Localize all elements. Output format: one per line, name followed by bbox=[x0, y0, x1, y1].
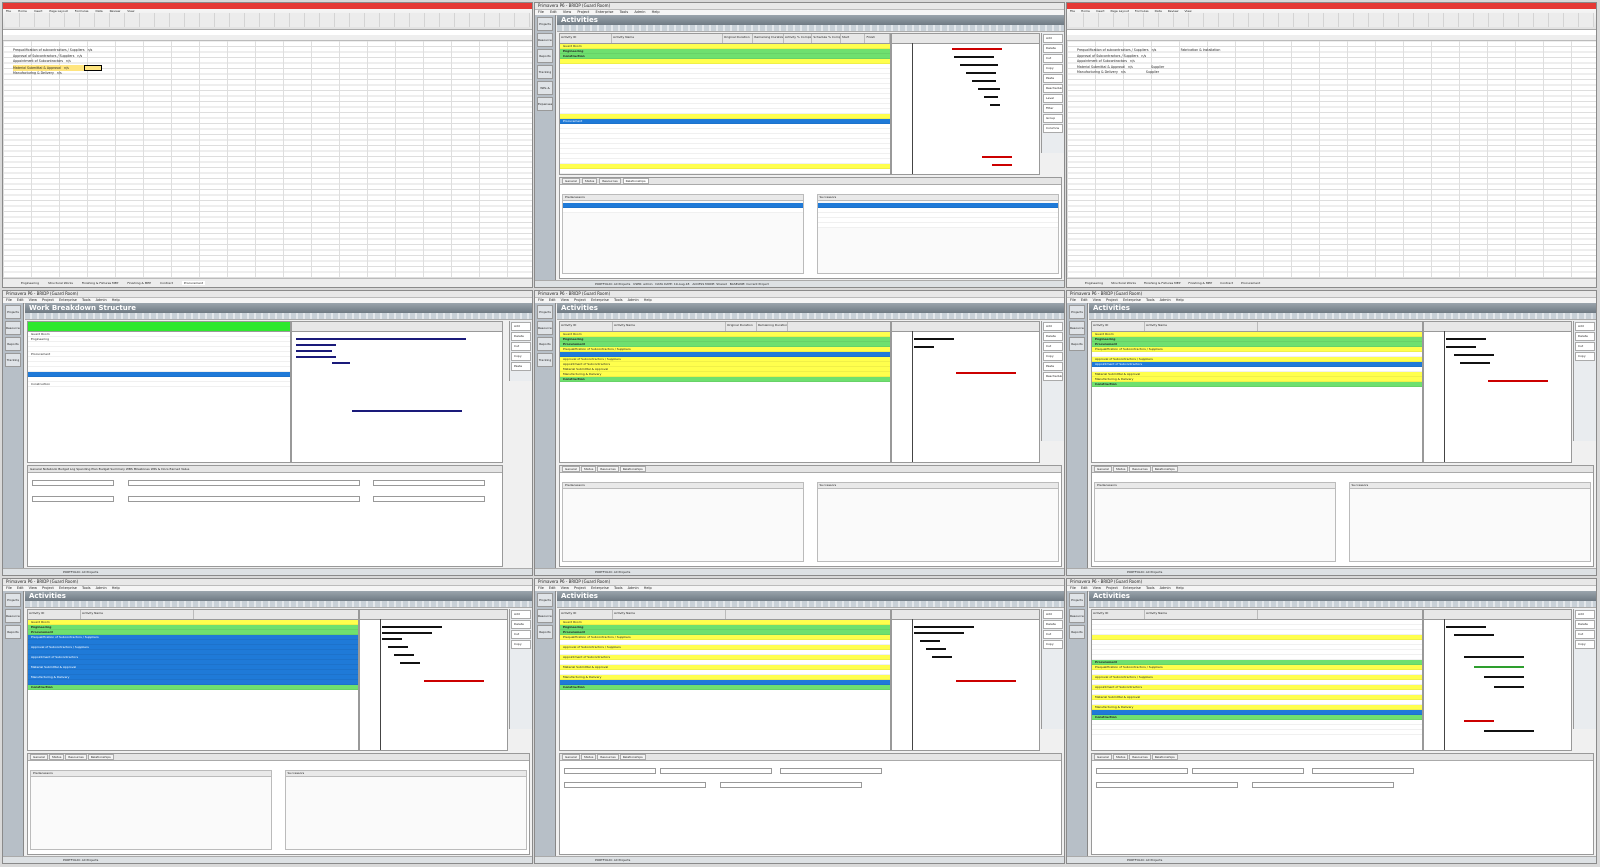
tab-relationships[interactable]: Relationships bbox=[622, 178, 649, 184]
successors-grid[interactable]: Successors bbox=[816, 194, 1059, 274]
gantt-timescale bbox=[892, 34, 1039, 44]
columns-button[interactable]: Columns bbox=[1043, 124, 1063, 133]
responsible-manager-field[interactable] bbox=[128, 496, 360, 502]
wbs-table[interactable]: Guard Room Engineering Procurement Const… bbox=[27, 321, 291, 463]
excel-window-2: File Home Insert Page Layout Formulas Data Rev… bbox=[1066, 2, 1597, 288]
screenshot-grid: File Home Insert Page Layout Formulas Da… bbox=[0, 0, 1600, 867]
right-toolbar: Add Delete Cut Copy Paste bbox=[509, 321, 532, 381]
status-bar: PORTFOLIO: All Projects USER: admin DATA… bbox=[535, 280, 1064, 287]
left-nav: Projects Resources Reports Tracking bbox=[535, 303, 556, 569]
column-headers bbox=[3, 35, 532, 41]
page-title: Activities bbox=[557, 303, 1064, 313]
detail-tabs[interactable]: General Status Resources Relationships bbox=[560, 178, 1061, 185]
cell-row-5: Manufacturing & Delivery n/s bbox=[13, 71, 62, 75]
p6-activities-window-2: Primavera P6 - BRIDP (Guard Room) File Ed… bbox=[534, 290, 1065, 576]
p6-activities-window-3: Primavera P6 - BRIDP (Guard Room) File Ed… bbox=[1066, 290, 1597, 576]
table-row: Construction bbox=[28, 382, 290, 387]
wbs-name-field[interactable] bbox=[128, 480, 360, 486]
menu-tools[interactable]: Tools bbox=[620, 10, 629, 14]
nav-projects[interactable]: Projects bbox=[537, 17, 553, 31]
menu-enterprise[interactable]: Enterprise bbox=[595, 10, 613, 14]
sheet-tab[interactable]: Finishing & MEP bbox=[127, 281, 151, 285]
excel-ribbon: File Home Insert Page Layout Formulas Data Rev… bbox=[1067, 3, 1596, 30]
window-title: Primavera P6 - BRIDP (Guard Room) bbox=[3, 291, 532, 298]
menu-admin[interactable]: Admin bbox=[634, 10, 645, 14]
nav-tracking[interactable]: Tracking bbox=[537, 65, 553, 79]
ribbon-groups[interactable] bbox=[5, 13, 530, 27]
delete-button[interactable]: Delete bbox=[1043, 44, 1063, 53]
table-header: Activity ID Activity Name Original Duratio… bbox=[560, 34, 890, 44]
reschedule-button[interactable]: Reschedule bbox=[1043, 84, 1063, 93]
menu-help[interactable]: Help bbox=[652, 10, 660, 14]
sheet-tab[interactable]: Finishing & Fixtures MEP bbox=[82, 281, 118, 285]
ribbon-groups[interactable] bbox=[1069, 13, 1594, 27]
page-title: Activities bbox=[557, 15, 1064, 25]
nav-resources[interactable]: Resources bbox=[537, 33, 553, 47]
wbs-toolbar[interactable] bbox=[25, 313, 532, 320]
p6-activities-window-5: Primavera P6 - BRIDP (Guard Room) File Ed… bbox=[534, 578, 1065, 864]
sheet-tabs[interactable]: Engineering Structural Works Finishing &… bbox=[3, 278, 532, 287]
left-nav: Projects Resources Reports Tracking bbox=[3, 303, 24, 569]
spreadsheet-grid[interactable]: Prequalification of subcontractors / Sup… bbox=[1067, 35, 1596, 279]
predecessors-grid[interactable]: Predecessors bbox=[562, 194, 805, 274]
sheet-tab[interactable]: Structural Works bbox=[48, 281, 73, 285]
p6-activities-window-6: Primavera P6 - BRIDP (Guard Room) File Ed… bbox=[1066, 578, 1597, 864]
menu-view[interactable]: View bbox=[563, 10, 571, 14]
page-title: Work Breakdown Structure bbox=[25, 303, 532, 313]
selected-cell[interactable] bbox=[83, 64, 102, 71]
menu-project[interactable]: Project bbox=[577, 10, 589, 14]
tab-status[interactable]: Status bbox=[581, 178, 598, 184]
tab[interactable]: General bbox=[30, 467, 42, 471]
gantt-chart[interactable] bbox=[891, 321, 1040, 463]
filter-button[interactable]: Filter bbox=[1043, 104, 1063, 113]
level-button[interactable]: Level bbox=[1043, 94, 1063, 103]
nav-reports[interactable]: Reports bbox=[537, 49, 553, 63]
copy-button[interactable]: Copy bbox=[1043, 64, 1063, 73]
add-button[interactable]: Add bbox=[1043, 34, 1063, 43]
nav-wps-docs[interactable]: WPs & Docs bbox=[537, 81, 553, 95]
wbs-status-field[interactable] bbox=[32, 496, 114, 502]
detail-panel: General Status Resources Relationships P… bbox=[559, 177, 1062, 279]
window-title: Primavera P6 - BRIDP (Guard Room) bbox=[535, 3, 1064, 10]
table-row bbox=[560, 174, 890, 175]
wbs-detail-panel: General Notebook Budget Log Spending Pla… bbox=[27, 465, 503, 567]
right-toolbar: Add Delete Cut Copy Paste Reschedule bbox=[1041, 321, 1064, 441]
spreadsheet-grid[interactable]: Prequalification of subcontractors / Sup… bbox=[3, 35, 532, 279]
sheet-tabs[interactable]: Engineering Structural Works Finishing & F… bbox=[1067, 278, 1596, 287]
tab-resources[interactable]: Resources bbox=[599, 178, 621, 184]
activity-table[interactable]: Activity ID Activity Name Original Duratio… bbox=[559, 33, 891, 175]
anticipated-start-field[interactable] bbox=[373, 480, 485, 486]
group-button[interactable]: Group bbox=[1043, 114, 1063, 123]
tab-general[interactable]: General bbox=[562, 178, 580, 184]
wbs-gantt[interactable] bbox=[291, 321, 503, 463]
anticipated-finish-field[interactable] bbox=[373, 496, 485, 502]
excel-ribbon: File Home Insert Page Layout Formulas Da… bbox=[3, 3, 532, 30]
gantt-chart[interactable] bbox=[891, 33, 1040, 175]
wbs-code-field[interactable] bbox=[32, 480, 114, 486]
excel-window-1: File Home Insert Page Layout Formulas Da… bbox=[2, 2, 533, 288]
left-nav: Projects Resources Reports Tracking WPs … bbox=[535, 15, 556, 281]
sheet-tab[interactable]: Procurement bbox=[181, 281, 206, 285]
sheet-tab[interactable]: Contract bbox=[160, 281, 173, 285]
cell-block: Prequalification of subcontractors / Sup… bbox=[13, 48, 102, 77]
sheet-tab[interactable]: Engineering bbox=[21, 281, 39, 285]
status-bar: PORTFOLIO: All Projects bbox=[3, 568, 532, 575]
right-toolbar: Add Delete Cut Copy Paste Reschedule Lev… bbox=[1041, 33, 1064, 153]
cut-button[interactable]: Cut bbox=[1043, 54, 1063, 63]
menu-file[interactable]: File bbox=[538, 10, 544, 14]
paste-button[interactable]: Paste bbox=[1043, 74, 1063, 83]
detail-panel: General Status Resources Relationships Pred… bbox=[559, 465, 1062, 567]
menu-edit[interactable]: Edit bbox=[550, 10, 557, 14]
activity-table[interactable]: Activity ID Activity Name Original Duratio… bbox=[559, 321, 891, 463]
p6-activities-window-1: Primavera P6 - BRIDP (Guard Room) File E… bbox=[534, 2, 1065, 288]
nav-expenses[interactable]: Expenses bbox=[537, 97, 553, 111]
p6-activities-window-4: Primavera P6 - BRIDP (Guard Room) File Ed… bbox=[2, 578, 533, 864]
p6-wbs-window: Primavera P6 - BRIDP (Guard Room) File Ed… bbox=[2, 290, 533, 576]
activity-toolbar[interactable] bbox=[557, 25, 1064, 32]
